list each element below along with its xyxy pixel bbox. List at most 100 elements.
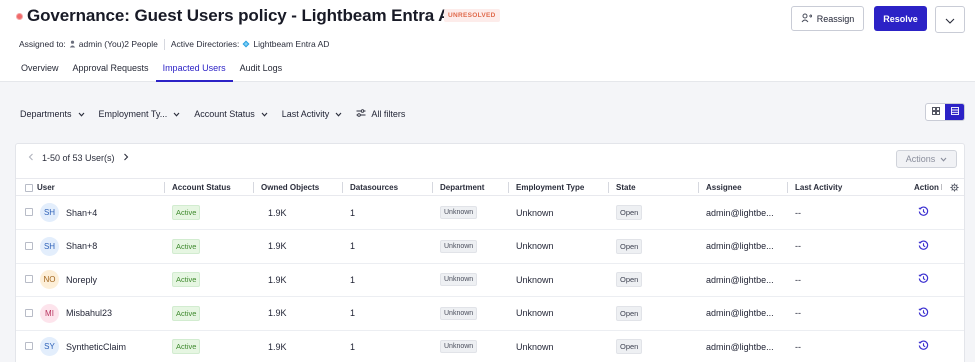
departments-filter[interactable]: Departments	[20, 109, 85, 119]
clock-history-icon[interactable]	[918, 206, 929, 219]
last-activity-cell: --	[795, 207, 801, 218]
column-department[interactable]: Department	[431, 179, 484, 196]
grid-icon	[931, 107, 940, 117]
assignment-meta: Assigned to: admin (You)2 People Active …	[19, 38, 329, 50]
last-activity-cell: --	[795, 274, 801, 285]
user-name[interactable]: SyntheticClaim	[66, 342, 126, 352]
tab-approval-requests[interactable]: Approval Requests	[66, 57, 156, 82]
employment-type-cell: Unknown	[516, 241, 554, 252]
more-options-button[interactable]	[935, 6, 965, 33]
row-checkbox[interactable]	[25, 208, 33, 216]
grid-view-button[interactable]	[926, 104, 945, 120]
datasources-cell: 1	[350, 207, 356, 218]
avatar: NO	[40, 270, 59, 290]
account-status-filter[interactable]: Account Status	[194, 109, 268, 119]
assignee-cell: admin@lightbe...	[706, 308, 774, 319]
state-cell: Open	[616, 230, 643, 263]
actions-dropdown-button[interactable]: Actions	[896, 150, 957, 168]
column-assignee[interactable]: Assignee	[698, 179, 742, 196]
sliders-icon	[356, 109, 366, 119]
user-name[interactable]: Misbahul23	[66, 308, 112, 318]
user-name[interactable]: Shan+8	[66, 241, 97, 251]
state-badge: Open	[616, 205, 643, 220]
user-name[interactable]: Noreply	[66, 275, 97, 285]
column-action[interactable]: Action h	[914, 179, 942, 196]
tab-overview[interactable]: Overview	[14, 57, 66, 82]
action-cell	[918, 297, 929, 330]
all-filters-label: All filters	[371, 109, 406, 119]
table-row[interactable]: SY SyntheticClaim Active 1.9K 1 Unknown Unknow…	[16, 330, 964, 362]
resolve-button[interactable]: Resolve	[874, 6, 927, 31]
pagination: 1-50 of 53 User(s)	[28, 153, 129, 163]
tab-impacted-users[interactable]: Impacted Users	[155, 57, 233, 82]
account-status-badge: Active	[172, 205, 201, 220]
clock-history-icon[interactable]	[918, 240, 929, 253]
chevron-right-icon[interactable]	[123, 153, 129, 163]
user-name[interactable]: Shan+4	[66, 208, 97, 218]
column-employment-type[interactable]: Employment Type	[507, 179, 584, 196]
active-directory-link[interactable]: Lightbeam Entra AD	[253, 39, 329, 49]
table-row[interactable]: SH Shan+8 Active 1.9K 1 Unknown Unknown Open adm…	[16, 230, 964, 264]
column-state[interactable]: State	[608, 179, 636, 196]
assignees-link[interactable]: admin (You)2 People	[79, 39, 158, 49]
chevron-left-icon[interactable]	[28, 153, 34, 163]
owned-objects-cell: 1.9K	[268, 341, 287, 352]
employment-type-filter[interactable]: Employment Ty...	[99, 109, 181, 119]
status-badge: UNRESOLVED	[444, 9, 500, 22]
filter-bar: Departments Employment Ty... Account Sta…	[20, 108, 405, 120]
gear-icon[interactable]	[950, 183, 959, 194]
table-row[interactable]: NO Noreply Active 1.9K 1 Unknown Unknown Open ad…	[16, 263, 964, 298]
last-activity-cell: --	[795, 241, 801, 252]
user-cell: SY SyntheticClaim	[40, 330, 126, 362]
account-status-badge: Active	[172, 238, 201, 254]
chevron-down-icon	[173, 109, 180, 119]
person-icon	[69, 40, 76, 48]
department-badge: Unknown	[440, 306, 478, 320]
departments-filter-label: Departments	[20, 109, 72, 119]
column-account-status[interactable]: Account Status	[164, 179, 231, 196]
owned-objects-cell: 1.9K	[268, 207, 287, 218]
list-view-button[interactable]	[945, 104, 964, 120]
select-all-checkbox[interactable]	[25, 184, 33, 192]
tab-audit-logs[interactable]: Audit Logs	[233, 57, 290, 82]
column-owned-objects[interactable]: Owned Objects	[252, 179, 319, 196]
department-badge: Unknown	[440, 340, 478, 354]
account-status-cell: Active	[172, 330, 201, 362]
last-activity-cell: --	[795, 341, 801, 352]
state-badge: Open	[616, 339, 643, 355]
department-badge: Unknown	[440, 239, 478, 253]
column-last-activity[interactable]: Last Activity	[786, 179, 842, 196]
table-row[interactable]: MI Misbahul23 Active 1.9K 1 Unknown Unknown Ope…	[16, 297, 964, 331]
column-user[interactable]: User	[37, 179, 55, 196]
assignee-cell: admin@lightbe...	[706, 341, 774, 352]
last-activity-cell: --	[795, 308, 801, 319]
all-filters-button[interactable]: All filters	[356, 109, 405, 119]
department-cell: Unknown	[440, 330, 478, 362]
clock-history-icon[interactable]	[918, 340, 929, 353]
chevron-down-icon	[335, 109, 342, 119]
account-status-cell: Active	[172, 230, 201, 263]
table-header: User Account Status Owned Objects Dataso…	[16, 178, 964, 196]
owned-objects-cell: 1.9K	[268, 308, 287, 319]
last-activity-filter[interactable]: Last Activity	[282, 109, 343, 119]
owned-objects-cell: 1.9K	[268, 274, 287, 285]
avatar: SH	[40, 236, 59, 256]
reassign-button[interactable]: Reassign	[791, 6, 864, 31]
state-badge: Open	[616, 238, 643, 254]
row-checkbox[interactable]	[25, 241, 33, 250]
table-row[interactable]: SH Shan+4 Active 1.9K 1 Unknown Unknown Open adm…	[16, 196, 964, 230]
datasources-cell: 1	[350, 341, 356, 352]
datasources-cell: 1	[350, 308, 356, 319]
last-activity-filter-label: Last Activity	[281, 109, 330, 119]
clock-history-icon[interactable]	[918, 307, 929, 320]
column-datasources[interactable]: Datasources	[341, 179, 398, 196]
state-badge: Open	[616, 305, 643, 321]
chevron-down-icon	[78, 109, 85, 119]
row-checkbox[interactable]	[25, 275, 33, 284]
row-checkbox[interactable]	[25, 342, 33, 351]
row-checkbox[interactable]	[25, 308, 33, 317]
clock-history-icon[interactable]	[918, 273, 929, 286]
account-status-cell: Active	[172, 196, 201, 229]
employment-type-cell: Unknown	[516, 207, 554, 218]
department-cell: Unknown	[440, 196, 478, 229]
